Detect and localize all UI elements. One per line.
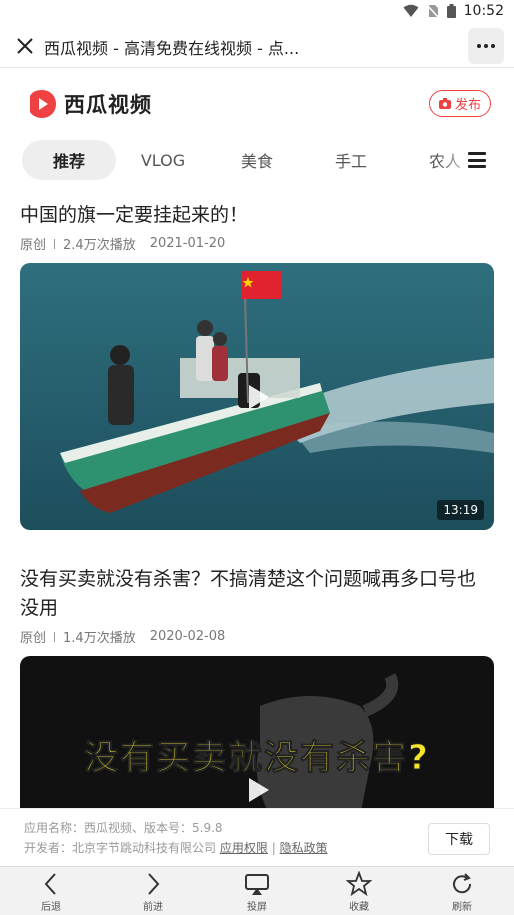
publish-button[interactable]: 发布 — [429, 90, 491, 117]
cast-button[interactable]: 投屏 — [227, 871, 287, 915]
video-plays: 2.4万次播放 — [63, 238, 136, 253]
more-options-button[interactable] — [468, 28, 504, 64]
play-icon[interactable] — [237, 377, 277, 417]
app-developer-line: 开发者：北京字节跳动科技有限公司 应用权限 | 隐私政策 — [24, 839, 328, 856]
favorite-label: 收藏 — [349, 902, 369, 913]
back-icon — [44, 873, 56, 895]
video-thumbnail[interactable]: 13:19 — [20, 263, 494, 530]
app-name-version: 应用名称：西瓜视频、版本号：5.9.8 — [24, 821, 223, 835]
browser-bottom-nav: 后退 前进 投屏 收藏 刷新 — [0, 866, 514, 915]
app-developer: 开发者：北京字节跳动科技有限公司 — [24, 841, 217, 855]
forward-icon — [148, 873, 160, 895]
video-duration: 13:19 — [437, 500, 484, 520]
refresh-label: 刷新 — [452, 902, 472, 913]
meta-divider — [54, 238, 56, 249]
video-source: 原创 — [20, 631, 47, 646]
favorite-button[interactable]: 收藏 — [329, 871, 389, 915]
status-icons: 10:52 — [403, 3, 504, 19]
meta-divider — [54, 631, 56, 642]
forward-button[interactable]: 前进 — [123, 871, 183, 915]
wifi-icon — [403, 4, 419, 17]
video-title[interactable]: 没有买卖就没有杀害？不搞清楚这个问题喊再多口号也没用 — [20, 565, 494, 623]
back-button[interactable]: 后退 — [21, 871, 81, 915]
cast-icon — [245, 874, 269, 895]
permissions-link[interactable]: 应用权限 — [220, 841, 268, 855]
refresh-icon — [453, 873, 472, 894]
download-button[interactable]: 下载 — [428, 823, 490, 855]
tab-recommend[interactable]: 推荐 — [22, 140, 116, 180]
status-bar: 10:52 — [0, 0, 514, 24]
refresh-button[interactable]: 刷新 — [432, 871, 492, 915]
tab-menu-icon[interactable] — [468, 152, 486, 168]
video-card[interactable]: 没有买卖就没有杀害？不搞清楚这个问题喊再多口号也没用 原创 1.4万次播放 20… — [20, 565, 494, 816]
forward-label: 前进 — [143, 902, 163, 913]
back-label: 后退 — [41, 902, 61, 913]
video-meta: 原创 1.4万次播放 2020-02-08 — [20, 627, 494, 646]
video-meta: 原创 2.4万次播放 2021-01-20 — [20, 234, 494, 253]
play-icon[interactable] — [237, 770, 277, 810]
category-tabs: 推荐 VLOG 美食 手工 农人 — [0, 140, 514, 180]
battery-icon — [446, 4, 456, 18]
video-plays: 1.4万次播放 — [63, 631, 136, 646]
cast-label: 投屏 — [247, 902, 267, 913]
xigua-logo[interactable]: 西瓜视频 — [26, 88, 152, 120]
video-date: 2020-02-08 — [149, 629, 226, 644]
xigua-logo-icon — [30, 90, 56, 118]
video-card[interactable]: 中国的旗一定要挂起来的！ 原创 2.4万次播放 2021-01-20 13:19 — [20, 201, 494, 530]
star-icon — [346, 871, 372, 897]
app-header: 西瓜视频 发布 — [0, 68, 514, 134]
more-dots-icon — [477, 44, 495, 48]
close-icon — [17, 38, 33, 54]
link-separator: | — [271, 841, 276, 855]
video-date: 2021-01-20 — [149, 236, 226, 251]
privacy-link[interactable]: 隐私政策 — [280, 841, 328, 855]
camera-icon — [438, 98, 451, 109]
browser-top-bar: 西瓜视频 - 高清免费在线视频 - 点... — [0, 24, 514, 68]
tab-food[interactable]: 美食 — [224, 140, 290, 180]
page-title: 西瓜视频 - 高清免费在线视频 - 点... — [44, 39, 300, 58]
tab-handcraft[interactable]: 手工 — [318, 140, 384, 180]
publish-label: 发布 — [454, 98, 481, 113]
close-button[interactable] — [12, 33, 38, 59]
no-sim-icon — [426, 4, 439, 18]
status-time: 10:52 — [463, 3, 504, 19]
video-source: 原创 — [20, 238, 47, 253]
video-thumbnail[interactable]: 没有买卖就没有杀害? — [20, 656, 494, 816]
app-info-banner: 应用名称：西瓜视频、版本号：5.9.8 开发者：北京字节跳动科技有限公司 应用权… — [0, 808, 514, 866]
logo-text: 西瓜视频 — [64, 93, 152, 117]
video-title[interactable]: 中国的旗一定要挂起来的！ — [20, 201, 494, 230]
tab-vlog[interactable]: VLOG — [130, 140, 196, 180]
